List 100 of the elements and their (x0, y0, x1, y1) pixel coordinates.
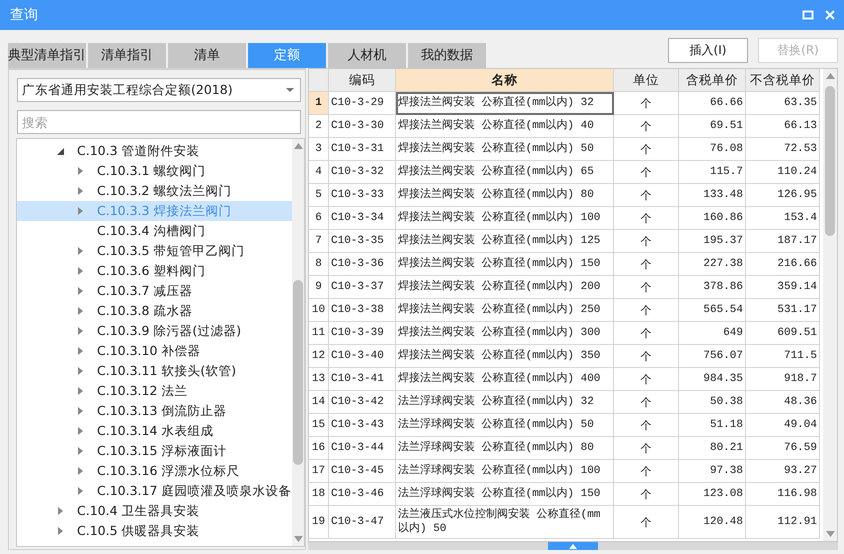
tab[interactable]: 人材机 (328, 43, 406, 68)
tree-item[interactable]: C.10.3.2 螺纹法兰阀门 (17, 181, 292, 201)
table-cell: C10-3-45 (329, 460, 396, 483)
tree-item[interactable]: C.10.4 卫生器具安装 (17, 501, 292, 521)
column-header[interactable]: 含税单价 (679, 69, 746, 92)
up-arrow-icon[interactable] (826, 73, 834, 79)
column-header[interactable]: 单位 (614, 69, 679, 92)
table-cell: 法兰浮球阀安装 公称直径(mm以内) 100 (396, 460, 614, 483)
table-cell: C10-3-42 (329, 391, 396, 414)
collapsed-arrow-icon[interactable] (77, 267, 84, 275)
tree-item[interactable]: C.10.3.13 倒流防止器 (17, 401, 292, 421)
collapsed-arrow-icon[interactable] (57, 527, 64, 535)
row-number[interactable]: 4 (309, 161, 329, 184)
tree-item[interactable]: C.10.3.7 减压器 (17, 281, 292, 301)
tab[interactable]: 清单指引 (88, 43, 166, 68)
expanded-arrow-icon[interactable] (57, 147, 64, 155)
table-cell: 120.48 (679, 506, 746, 539)
table-cell: C10-3-41 (329, 368, 396, 391)
action-button[interactable]: 插入(I) (668, 38, 748, 63)
up-arrow-icon[interactable] (294, 143, 302, 149)
row-number[interactable]: 1 (309, 92, 329, 115)
tab[interactable]: 清单 (168, 43, 246, 68)
row-number[interactable]: 6 (309, 207, 329, 230)
row-number[interactable]: 8 (309, 253, 329, 276)
collapsed-arrow-icon[interactable] (77, 367, 84, 375)
collapsed-arrow-icon[interactable] (77, 187, 84, 195)
tree-item[interactable]: C.10.3.8 疏水器 (17, 301, 292, 321)
tree-item[interactable]: C.10.5 供暖器具安装 (17, 521, 292, 541)
collapsed-arrow-icon[interactable] (77, 387, 84, 395)
splitter-handle[interactable] (548, 542, 598, 550)
row-number[interactable]: 17 (309, 460, 329, 483)
tree-item[interactable]: C.10.3.12 法兰 (17, 381, 292, 401)
tree-item[interactable]: C.10.3.16 浮漂水位标尺 (17, 461, 292, 481)
table-cell: 984.35 (679, 368, 746, 391)
table-cell: 115.7 (679, 161, 746, 184)
row-number[interactable]: 16 (309, 437, 329, 460)
column-header[interactable]: 名称 (396, 69, 614, 92)
row-number[interactable]: 19 (309, 506, 329, 539)
collapsed-arrow-icon[interactable] (77, 447, 84, 455)
splitter-bar[interactable] (308, 542, 838, 550)
collapsed-arrow-icon[interactable] (77, 347, 84, 355)
tree-item[interactable]: C.10.3.14 水表组成 (17, 421, 292, 441)
close-icon[interactable] (824, 9, 836, 21)
down-arrow-icon[interactable] (826, 531, 834, 537)
collapsed-arrow-icon[interactable] (77, 247, 84, 255)
table-cell: 531.17 (746, 299, 820, 322)
tree-item[interactable]: C.10.3.6 塑料阀门 (17, 261, 292, 281)
row-number[interactable]: 2 (309, 115, 329, 138)
row-number[interactable]: 13 (309, 368, 329, 391)
table-cell: 个 (614, 414, 679, 437)
collapsed-arrow-icon[interactable] (57, 507, 64, 515)
tree-item[interactable]: C.10.3.10 补偿器 (17, 341, 292, 361)
row-number[interactable]: 3 (309, 138, 329, 161)
collapsed-arrow-icon[interactable] (77, 427, 84, 435)
tree-item[interactable]: C.10.3 管道附件安装 (17, 141, 292, 161)
table-cell: 93.27 (746, 460, 820, 483)
table-cell: 个 (614, 391, 679, 414)
scroll-thumb[interactable] (825, 86, 835, 236)
collapsed-arrow-icon[interactable] (77, 327, 84, 335)
tab[interactable]: 典型清单指引 (8, 43, 86, 68)
library-dropdown[interactable]: 广东省通用安装工程综合定额(2018) (17, 78, 301, 102)
scroll-thumb[interactable] (293, 280, 303, 465)
collapsed-arrow-icon[interactable] (77, 287, 84, 295)
scrollbar[interactable] (823, 69, 837, 541)
tree-item[interactable]: C.10.3.5 带短管甲乙阀门 (17, 241, 292, 261)
tree-item[interactable]: C.10.3.11 软接头(软管) (17, 361, 292, 381)
table-cell: 焊接法兰阀安装 公称直径(mm以内) 32 (396, 92, 614, 115)
tree-item[interactable]: C.10.3.15 浮标液面计 (17, 441, 292, 461)
row-number[interactable]: 15 (309, 414, 329, 437)
table-cell: 法兰液压式水位控制阀安装 公称直径(mm以内) 50 (396, 506, 614, 539)
collapsed-arrow-icon[interactable] (77, 487, 84, 495)
table-cell: 个 (614, 460, 679, 483)
row-number[interactable]: 10 (309, 299, 329, 322)
collapsed-arrow-icon[interactable] (77, 467, 84, 475)
row-number[interactable]: 7 (309, 230, 329, 253)
tree-item[interactable]: C.10.3.17 庭园喷灌及喷泉水设备 (17, 481, 292, 501)
tree-item[interactable]: C.10.3.1 螺纹阀门 (17, 161, 292, 181)
tree-item[interactable]: C.10.3.9 除污器(过滤器) (17, 321, 292, 341)
row-number[interactable]: 14 (309, 391, 329, 414)
table-cell: 359.14 (746, 276, 820, 299)
collapsed-arrow-icon[interactable] (77, 167, 84, 175)
row-number[interactable]: 11 (309, 322, 329, 345)
tree-item[interactable]: C.10.3.4 沟槽阀门 (17, 221, 292, 241)
row-number[interactable]: 18 (309, 483, 329, 506)
table-cell: 378.86 (679, 276, 746, 299)
row-number[interactable]: 9 (309, 276, 329, 299)
maximize-icon[interactable] (802, 9, 814, 21)
collapsed-arrow-icon[interactable] (77, 307, 84, 315)
search-field[interactable]: 搜索 (17, 110, 301, 134)
tab[interactable]: 我的数据 (408, 43, 486, 68)
collapsed-arrow-icon[interactable] (77, 407, 84, 415)
column-header[interactable]: 编码 (329, 69, 396, 92)
collapsed-arrow-icon[interactable] (77, 207, 84, 215)
column-header[interactable]: 不含税单价 (746, 69, 820, 92)
table-cell: 123.08 (679, 483, 746, 506)
row-number[interactable]: 12 (309, 345, 329, 368)
row-number[interactable]: 5 (309, 184, 329, 207)
up-arrow-icon[interactable] (569, 544, 577, 548)
scrollbar[interactable] (292, 139, 304, 546)
down-arrow-icon[interactable] (294, 536, 302, 542)
